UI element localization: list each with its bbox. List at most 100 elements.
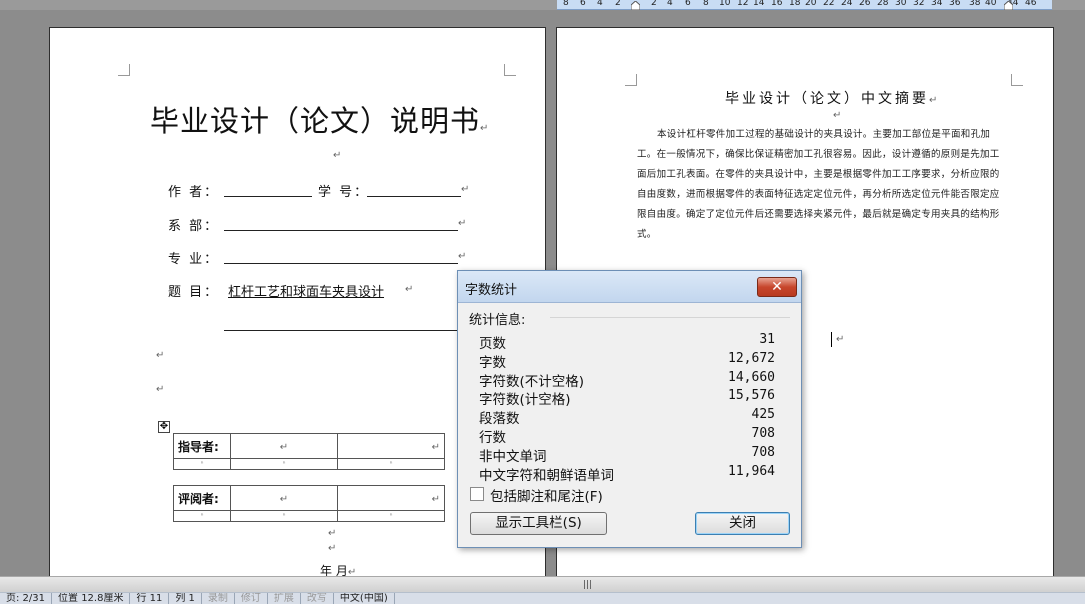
status-mode-overwrite[interactable]: 改写 [301,593,334,604]
close-button[interactable]: 关闭 [695,512,790,535]
stat-label: 页数 [479,336,506,352]
paragraph-mark: ↵ [156,384,165,395]
ruler-tick-label: 46 [1025,0,1037,8]
stat-row: 行数 708 [479,426,775,446]
include-footnotes-label[interactable]: 包括脚注和尾注(F) [490,485,603,505]
status-language[interactable]: 中文(中国) [334,593,395,604]
reviewer-cell[interactable]: ↵ [230,485,338,511]
ruler-tick-label: 6 [685,0,691,8]
table-move-handle-icon[interactable]: ✥ [158,421,170,433]
status-line[interactable]: 行 11 [130,593,170,604]
section-divider [550,317,790,318]
ruler-tick-label: 20 [805,0,817,8]
paragraph-mark: ↵ [405,284,414,295]
table-cell[interactable]: ⁿ [337,510,445,522]
horizontal-ruler[interactable]: 8 6 4 2 2 4 6 8 10 12 14 16 18 20 22 24 26 28 30 32 34 36 38 40… [557,0,1052,10]
stat-row: 字符数(不计空格) 14,660 [479,370,775,390]
ruler-tick-label: 24 [841,0,853,8]
ruler-tick-label: 18 [789,0,801,8]
status-mode-extend[interactable]: 扩展 [268,593,301,604]
stat-label: 字数 [479,354,506,371]
statistics-section-label: 统计信息: [469,313,526,328]
paragraph-mark: ↵ [458,251,467,262]
major-underline [224,263,458,264]
include-footnotes-checkbox[interactable] [470,487,484,501]
left-indent-marker-icon[interactable] [631,1,640,10]
ruler-tick-label: 6 [580,0,586,8]
stat-row: 非中文单词 708 [479,444,775,465]
table-cell[interactable]: ⁿ [173,510,231,522]
topic-underline-2 [224,330,464,331]
ruler-tick-label: 34 [931,0,943,8]
status-column[interactable]: 列 1 [169,593,202,604]
student-id-underline [367,196,461,197]
ruler-tick-label: 40 [985,0,997,8]
ruler-tick-label: 38 [969,0,981,8]
horizontal-scrollbar[interactable]: ||| [0,576,1085,592]
table-cell[interactable]: ⁿ [337,458,445,470]
ruler-tick-label: 28 [877,0,889,8]
margin-corner-mark [625,74,637,86]
ruler-tick-label: 36 [949,0,961,8]
stat-label: 中文字符和朝鲜语单词 [479,467,614,484]
table-cell[interactable]: ⁿ [230,510,338,522]
major-label: 专 业： [168,252,220,267]
show-toolbar-button[interactable]: 显示工具栏(S) [470,512,607,535]
ruler-tick-label: 22 [823,0,835,8]
ruler-tick-label: 14 [753,0,765,8]
stat-label: 行数 [479,430,506,446]
reviewer-cell[interactable]: ↵ [337,485,445,511]
ruler-tick-label: 32 [913,0,925,8]
word-count-dialog[interactable]: 字数统计 ✕ 统计信息: 页数 31 字数 12,672 字符数(不计空格) 14,660… [457,270,802,548]
ruler-tick-label: 8 [563,0,569,8]
scroll-grip-icon[interactable]: ||| [583,580,592,590]
advisor-table: 指导者: ↵ ↵ ⁿⁿⁿ [173,433,445,470]
stat-value: 708 [751,426,775,441]
table-cell[interactable]: ⁿ [230,458,338,470]
stat-label: 字符数(不计空格) [479,373,585,390]
ruler-tick-label: 12 [737,0,749,8]
stat-row: 字符数(计空格) 15,576 [479,388,775,408]
author-underline [224,196,312,197]
ruler-tick-label: 26 [859,0,871,8]
stat-value: 12,672 [728,350,775,366]
status-position[interactable]: 位置 12.8厘米 [52,593,131,604]
ruler-tick-label: 4 [667,0,673,8]
margin-corner-mark [118,64,130,76]
paragraph-mark: ↵ [836,334,845,345]
stat-value: 425 [751,407,775,423]
ruler-tick-label: 16 [771,0,783,8]
status-bar: 页: 2/31 位置 12.8厘米行 11 列 1 录制 修订 扩展 改写 中文(中国) [0,592,1085,604]
right-indent-marker-icon[interactable] [1004,1,1013,10]
dialog-titlebar[interactable]: 字数统计 ✕ [458,271,801,303]
ruler-tick-label: 30 [895,0,907,8]
ruler-tick-label: 8 [703,0,709,8]
dialog-close-icon[interactable]: ✕ [757,277,797,297]
margin-corner-mark [1011,74,1023,86]
paragraph-mark: ↵ [461,184,470,195]
status-mode-record[interactable]: 录制 [202,593,235,604]
stat-row: 字数 12,672 [479,350,775,371]
abstract-body: 本设计杠杆零件加工过程的基础设计的夹具设计。主要加工部位是平面和孔加工。在一般情… [637,129,1000,240]
stat-value: 11,964 [728,463,775,479]
department-underline [224,230,458,231]
margin-corner-mark [504,64,516,76]
topic-label: 题 目： [168,285,220,300]
stat-value: 15,576 [728,388,775,404]
paragraph-mark: ↵ [833,110,842,121]
reviewer-table: 评阅者: ↵ ↵ ⁿⁿⁿ [173,485,445,522]
stat-value: 708 [751,444,775,460]
document-title: 毕业设计（论文）说明书↵ [150,104,490,138]
advisor-cell[interactable]: ↵ [230,433,338,459]
topic-value: 杠杆工艺和球面车夹具设计 [228,285,385,300]
stat-row: 中文字符和朝鲜语单词 11,964 [479,463,775,484]
advisor-cell[interactable]: ↵ [337,433,445,459]
paragraph-mark: ↵ [458,218,467,229]
status-page[interactable]: 页: 2/31 [0,593,53,604]
ruler-tick-label: 2 [651,0,657,8]
status-mode-revision[interactable]: 修订 [235,593,268,604]
advisor-label-cell: 指导者: [173,433,231,459]
table-cell[interactable]: ⁿ [173,458,231,470]
stat-label: 非中文单词 [479,448,547,465]
dialog-title: 字数统计 [465,283,518,298]
